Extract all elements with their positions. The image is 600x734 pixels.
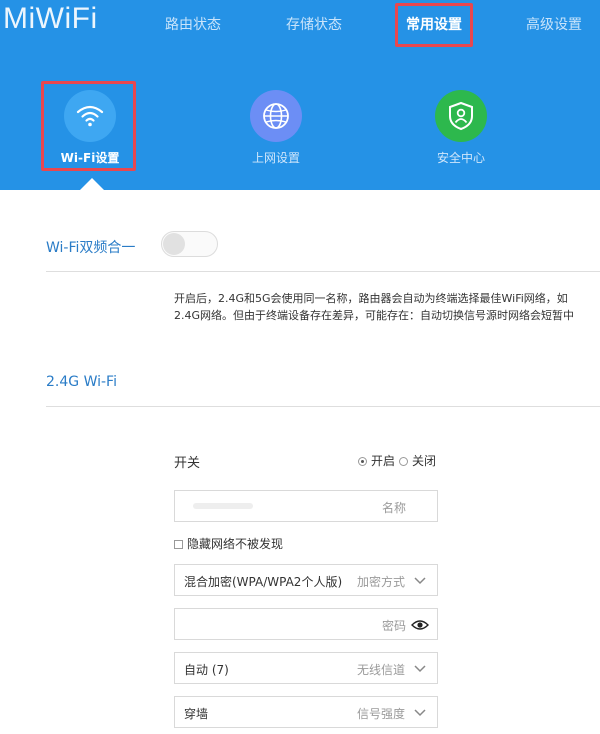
dual-band-label: Wi-Fi双频合一 xyxy=(46,240,136,256)
chevron-down-icon xyxy=(414,577,426,585)
channel-placeholder: 无线信道 xyxy=(356,663,405,677)
signal-value: 穿墙 xyxy=(184,707,209,721)
toggle-knob xyxy=(163,233,185,255)
password-placeholder: 密码 xyxy=(381,619,406,633)
switch-label: 开关 xyxy=(174,456,201,471)
subnav-label-security: 安全中心 xyxy=(436,151,485,165)
nav-item-storage-status[interactable]: 存储状态 xyxy=(286,16,342,34)
encryption-select[interactable]: 混合加密(WPA/WPA2个人版) 加密方式 xyxy=(174,564,438,596)
radio-on-label: 开启 xyxy=(371,454,396,468)
dual-band-description-line1: 开启后，2.4G和5G会使用同一名称，路由器会自动为终端选择最佳WiFi网络，如 xyxy=(174,292,568,305)
subnav-item-internet-settings[interactable]: 上网设置 xyxy=(231,90,321,166)
chevron-down-icon xyxy=(414,665,426,673)
wifi-name-input[interactable]: 名称 xyxy=(174,490,438,522)
nav-item-router-status[interactable]: 路由状态 xyxy=(165,16,221,34)
top-header: MiWiFi 路由状态 存储状态 常用设置 高级设置 Wi-Fi设置 上网设置 … xyxy=(0,0,600,190)
radio-on[interactable] xyxy=(358,457,367,466)
nav-highlight-box xyxy=(395,3,473,47)
redacted-name-value xyxy=(193,503,253,509)
name-placeholder: 名称 xyxy=(381,501,406,515)
active-tab-pointer xyxy=(80,178,104,190)
signal-placeholder: 信号强度 xyxy=(356,707,405,721)
channel-select[interactable]: 自动 (7) 无线信道 xyxy=(174,652,438,684)
nav-item-advanced-settings[interactable]: 高级设置 xyxy=(526,16,582,34)
eye-icon[interactable] xyxy=(411,619,429,631)
globe-icon-circle xyxy=(250,90,302,142)
shield-icon-circle xyxy=(435,90,487,142)
dual-band-description-line2: 2.4G网络。但由于终端设备存在差异，可能存在：自动切换信号源时网络会短暂中 xyxy=(174,309,575,322)
radio-off-label: 关闭 xyxy=(412,454,437,468)
shield-user-icon xyxy=(449,101,473,131)
subnav-label-internet: 上网设置 xyxy=(251,151,300,165)
hide-network-checkbox[interactable] xyxy=(174,540,183,549)
encryption-value: 混合加密(WPA/WPA2个人版) xyxy=(184,575,343,589)
chevron-down-icon xyxy=(414,709,426,717)
dual-band-toggle[interactable] xyxy=(161,231,218,257)
radio-on-option[interactable]: 开启 xyxy=(358,452,395,469)
divider xyxy=(46,271,600,272)
channel-value: 自动 (7) xyxy=(184,663,229,677)
section-title-24g: 2.4G Wi-Fi xyxy=(46,374,117,390)
subnav-highlight-box xyxy=(41,81,136,171)
globe-icon xyxy=(263,103,289,129)
radio-off-option[interactable]: 关闭 xyxy=(399,452,436,469)
hide-network-option[interactable]: 隐藏网络不被发现 xyxy=(174,535,283,552)
hide-network-label: 隐藏网络不被发现 xyxy=(187,537,284,551)
encryption-placeholder: 加密方式 xyxy=(356,575,405,589)
signal-strength-select[interactable]: 穿墙 信号强度 xyxy=(174,696,438,728)
divider xyxy=(46,406,600,407)
logo: MiWiFi xyxy=(3,2,98,35)
radio-off[interactable] xyxy=(399,457,408,466)
password-input[interactable]: 密码 xyxy=(174,608,438,640)
subnav-item-security-center[interactable]: 安全中心 xyxy=(416,90,506,166)
